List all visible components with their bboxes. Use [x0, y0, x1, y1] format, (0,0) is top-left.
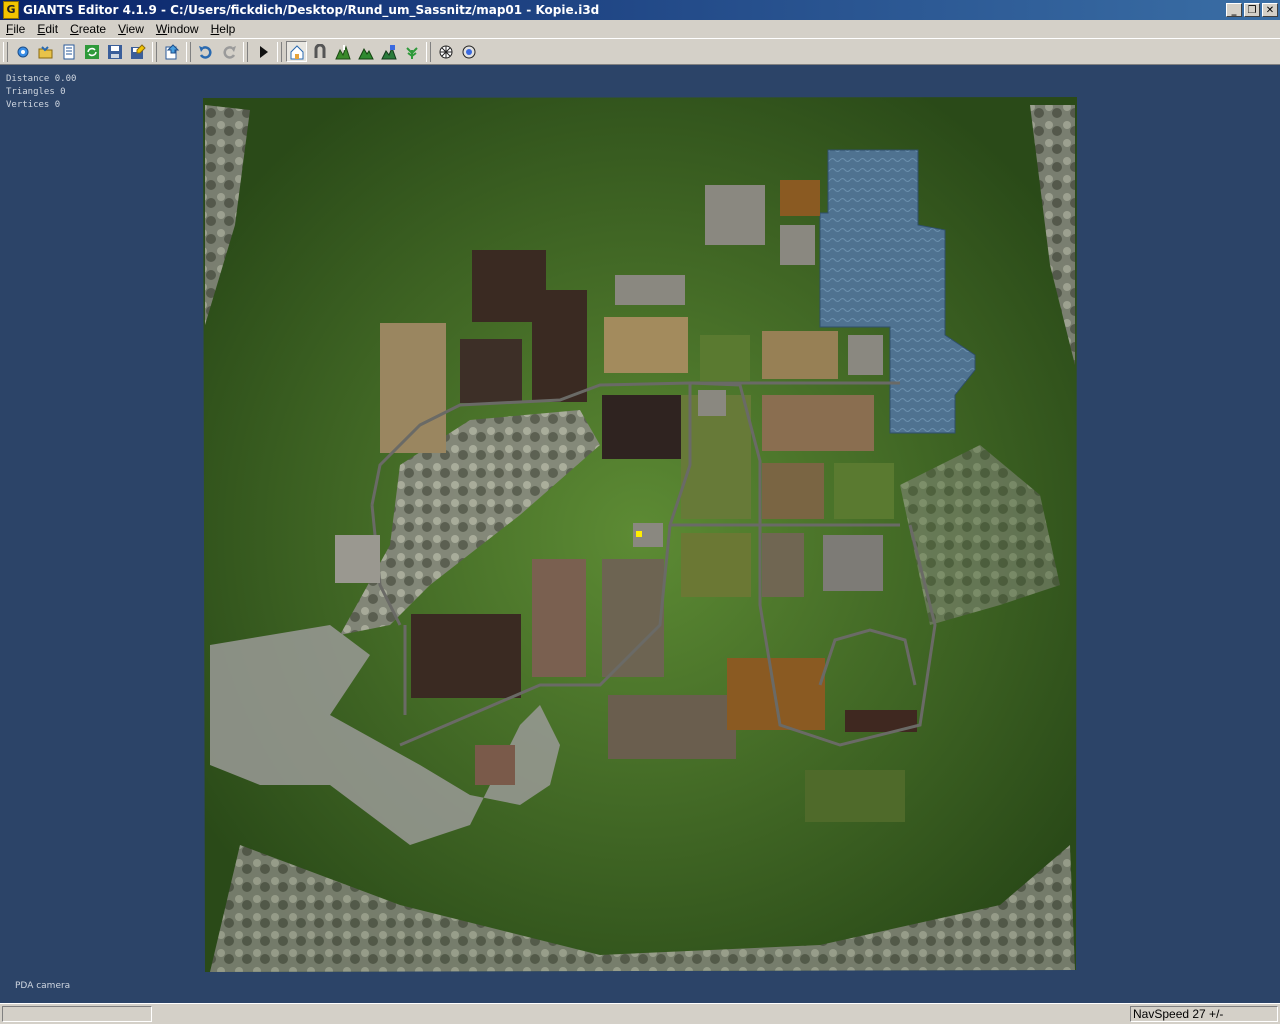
menu-create[interactable]: Create	[64, 22, 112, 36]
close-button[interactable]: ✕	[1262, 3, 1278, 17]
toolbar-separator	[426, 41, 431, 62]
move-mode-icon[interactable]	[309, 41, 330, 62]
field	[460, 339, 522, 403]
restore-button[interactable]: ❐	[1244, 3, 1260, 17]
window-controls: _ ❐ ✕	[1226, 3, 1278, 17]
play-icon[interactable]	[252, 41, 273, 62]
menu-view[interactable]: View	[112, 22, 150, 36]
field	[602, 559, 664, 677]
field	[608, 695, 736, 759]
select-mode-icon[interactable]	[286, 41, 307, 62]
import-icon[interactable]	[161, 41, 182, 62]
field	[762, 331, 838, 379]
farmstead	[615, 275, 685, 305]
toolbar-grip[interactable]	[3, 41, 8, 62]
field	[411, 614, 521, 698]
camera-name: PDA camera	[15, 981, 71, 991]
menu-file[interactable]: File	[0, 22, 31, 36]
navspeed-readout: NavSpeed 27 +/-	[1130, 1006, 1278, 1022]
farmstead	[823, 535, 883, 591]
field	[762, 395, 874, 451]
window-title: GIANTS Editor 4.1.9 - C:/Users/fickdich/…	[23, 3, 600, 17]
farmstead	[475, 745, 515, 785]
field	[700, 335, 750, 381]
menu-help[interactable]: Help	[205, 22, 242, 36]
menu-bar: File Edit Create View Window Help	[0, 20, 1280, 38]
toolbar	[0, 38, 1280, 65]
farmstead	[848, 335, 883, 375]
save-icon[interactable]	[104, 41, 125, 62]
toolbar-separator	[186, 41, 191, 62]
refresh-icon[interactable]	[81, 41, 102, 62]
document-icon[interactable]	[58, 41, 79, 62]
field	[780, 180, 820, 216]
field	[805, 770, 905, 822]
status-bar: NavSpeed 27 +/-	[0, 1003, 1280, 1024]
field	[834, 463, 894, 519]
farmstead	[335, 535, 380, 583]
open-icon[interactable]	[35, 41, 56, 62]
farmstead	[698, 390, 726, 416]
field	[681, 533, 751, 597]
camera-marker	[636, 531, 642, 537]
render-icon[interactable]	[435, 41, 456, 62]
save-as-icon[interactable]	[127, 41, 148, 62]
field	[532, 559, 586, 677]
toolbar-separator	[152, 41, 157, 62]
new-icon[interactable]	[12, 41, 33, 62]
undo-icon[interactable]	[195, 41, 216, 62]
field	[532, 290, 587, 402]
status-message	[2, 1006, 152, 1022]
farmstead	[705, 185, 765, 245]
giants-app-icon[interactable]: G	[3, 1, 19, 19]
title-bar: G GIANTS Editor 4.1.9 - C:/Users/fickdic…	[0, 0, 1280, 20]
minimize-button[interactable]: _	[1226, 3, 1242, 17]
foliage-paint-icon[interactable]	[401, 41, 422, 62]
settings-render-icon[interactable]	[458, 41, 479, 62]
field	[762, 463, 824, 519]
field	[762, 533, 804, 597]
field	[604, 317, 688, 373]
toolbar-separator	[243, 41, 248, 62]
toolbar-separator	[277, 41, 282, 62]
redo-icon[interactable]	[218, 41, 239, 62]
terrain-paint-icon[interactable]	[355, 41, 376, 62]
terrain-map[interactable]	[0, 65, 1280, 1003]
terrain-sculpt-icon[interactable]	[332, 41, 353, 62]
terrain-smooth-icon[interactable]	[378, 41, 399, 62]
farmstead	[780, 225, 815, 265]
3d-viewport[interactable]: Distance 0.00 Triangles 0 Vertices 0 PDA…	[0, 65, 1280, 1003]
menu-edit[interactable]: Edit	[31, 22, 64, 36]
menu-window[interactable]: Window	[150, 22, 205, 36]
field	[602, 395, 688, 459]
